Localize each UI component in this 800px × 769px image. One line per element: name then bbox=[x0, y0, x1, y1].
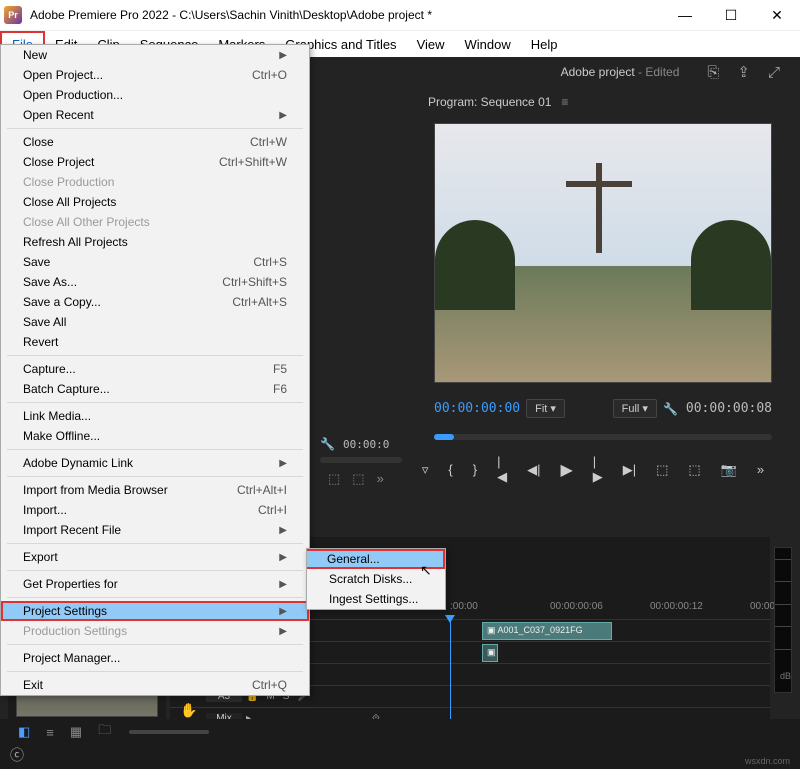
new-workspace-icon[interactable]: ⎘ bbox=[707, 64, 719, 81]
panel-menu-icon[interactable]: ≡ bbox=[561, 95, 568, 109]
zoom-slider[interactable] bbox=[129, 730, 209, 734]
file-menu-item[interactable]: Save All bbox=[1, 312, 309, 332]
file-menu-item[interactable]: Capture...F5 bbox=[1, 359, 309, 379]
audio-clip[interactable]: ▣ bbox=[482, 644, 498, 662]
file-menu-item[interactable]: CloseCtrl+W bbox=[1, 132, 309, 152]
play-icon[interactable]: ▶ bbox=[560, 460, 572, 480]
file-menu-item[interactable]: Open Recent▶ bbox=[1, 105, 309, 125]
more-icon[interactable]: » bbox=[757, 462, 764, 477]
insert-icon[interactable]: ⬚ bbox=[352, 471, 364, 487]
file-menu-item[interactable]: Save a Copy...Ctrl+Alt+S bbox=[1, 292, 309, 312]
file-menu-item[interactable]: Make Offline... bbox=[1, 426, 309, 446]
program-current-timecode[interactable]: 00:00:00:00 bbox=[434, 401, 520, 416]
app-icon: Pr bbox=[4, 6, 22, 24]
export-frame-icon[interactable]: 📷 bbox=[721, 462, 737, 478]
menu-help[interactable]: Help bbox=[521, 33, 568, 56]
file-menu-item[interactable]: Open Production... bbox=[1, 85, 309, 105]
file-menu-item[interactable]: Revert bbox=[1, 332, 309, 352]
hand-tool-icon[interactable]: ✋ bbox=[178, 702, 200, 719]
step-back-icon[interactable]: ◀| bbox=[527, 462, 540, 478]
source-scrubber[interactable] bbox=[320, 457, 402, 463]
file-menu-item[interactable]: Import from Media BrowserCtrl+Alt+I bbox=[1, 480, 309, 500]
mark-out-icon[interactable]: } bbox=[473, 462, 477, 477]
file-menu-item: Production Settings▶ bbox=[1, 621, 309, 641]
file-menu-item[interactable]: ExitCtrl+Q bbox=[1, 675, 309, 695]
mark-in-icon[interactable]: { bbox=[448, 462, 452, 477]
file-menu-item: Close Production bbox=[1, 172, 309, 192]
source-timecode: 00:00:0 bbox=[343, 438, 389, 451]
file-menu-item[interactable]: Import Recent File▶ bbox=[1, 520, 309, 540]
file-menu-item[interactable]: Import...Ctrl+I bbox=[1, 500, 309, 520]
new-bin-icon[interactable]: 🗀 bbox=[98, 721, 111, 743]
program-scrubber[interactable] bbox=[434, 434, 772, 440]
workspace-tab[interactable]: Adobe project - Edited bbox=[551, 61, 690, 83]
file-menu-item[interactable]: Close All Projects bbox=[1, 192, 309, 212]
file-menu-item[interactable]: Adobe Dynamic Link▶ bbox=[1, 453, 309, 473]
db-label: dB bbox=[775, 671, 791, 681]
menu-view[interactable]: View bbox=[407, 33, 455, 56]
file-menu-item[interactable]: Link Media... bbox=[1, 406, 309, 426]
window-title: Adobe Premiere Pro 2022 - C:\Users\Sachi… bbox=[30, 8, 662, 22]
source-settings-icon[interactable]: 🔧 bbox=[320, 437, 335, 451]
program-zoom-select[interactable]: Full ▾ bbox=[613, 399, 657, 418]
creative-cloud-icon[interactable]: ⓒ bbox=[10, 747, 24, 763]
overwrite-icon[interactable]: ⬚ bbox=[328, 471, 340, 487]
extract-icon[interactable]: ⬚ bbox=[688, 462, 700, 478]
file-menu-item[interactable]: Batch Capture...F6 bbox=[1, 379, 309, 399]
cursor-icon: ↖ bbox=[420, 562, 432, 579]
fullscreen-icon[interactable]: ⤢ bbox=[768, 64, 780, 81]
list-view-icon[interactable]: ≡ bbox=[46, 725, 54, 740]
video-clip[interactable]: ▣ A001_C037_0921FG bbox=[482, 622, 612, 640]
window-titlebar: Pr Adobe Premiere Pro 2022 - C:\Users\Sa… bbox=[0, 0, 800, 30]
add-marker-icon[interactable]: ▿ bbox=[422, 462, 429, 478]
file-menu-dropdown: New▶Open Project...Ctrl+OOpen Production… bbox=[0, 44, 310, 696]
minimize-button[interactable]: — bbox=[662, 0, 708, 30]
file-menu-item[interactable]: Open Project...Ctrl+O bbox=[1, 65, 309, 85]
file-menu-item[interactable]: Project Settings▶ bbox=[1, 601, 309, 621]
step-forward-icon[interactable]: |▶ bbox=[593, 454, 603, 485]
file-menu-item[interactable]: Export▶ bbox=[1, 547, 309, 567]
program-monitor-viewport[interactable] bbox=[434, 123, 772, 383]
program-monitor-title: Program: Sequence 01≡ bbox=[414, 87, 792, 117]
program-duration-timecode: 00:00:00:08 bbox=[686, 401, 772, 416]
go-to-out-icon[interactable]: ▶| bbox=[623, 462, 636, 478]
settings-icon[interactable]: 🔧 bbox=[663, 402, 678, 416]
file-menu-item: Close All Other Projects bbox=[1, 212, 309, 232]
program-fit-select[interactable]: Fit ▾ bbox=[526, 399, 565, 418]
file-menu-item[interactable]: Get Properties for▶ bbox=[1, 574, 309, 594]
maximize-button[interactable]: ☐ bbox=[708, 0, 754, 30]
project-settings-submenu: General...Scratch Disks...Ingest Setting… bbox=[306, 548, 446, 610]
file-menu-item[interactable]: Project Manager... bbox=[1, 648, 309, 668]
program-monitor-panel: Program: Sequence 01≡ 00:00:00:00 Fit ▾ … bbox=[414, 87, 792, 522]
audio-meter: dB bbox=[774, 547, 792, 693]
file-menu-item[interactable]: New▶ bbox=[1, 45, 309, 65]
status-bar: ⓒ wsxdn.com bbox=[0, 745, 800, 769]
export-icon[interactable]: ⇪ bbox=[737, 63, 750, 81]
menu-window[interactable]: Window bbox=[455, 33, 521, 56]
close-button[interactable]: ✕ bbox=[754, 0, 800, 30]
file-menu-item[interactable]: Close ProjectCtrl+Shift+W bbox=[1, 152, 309, 172]
go-to-in-icon[interactable]: |◀ bbox=[497, 454, 507, 485]
file-menu-item[interactable]: Save As...Ctrl+Shift+S bbox=[1, 272, 309, 292]
watermark: wsxdn.com bbox=[745, 756, 790, 766]
file-menu-item[interactable]: SaveCtrl+S bbox=[1, 252, 309, 272]
freeform-view-icon[interactable]: ◧ bbox=[18, 724, 30, 740]
project-panel-footer: ◧ ≡ ▦ 🗀 bbox=[0, 719, 800, 745]
file-menu-item[interactable]: Refresh All Projects bbox=[1, 232, 309, 252]
more-icon[interactable]: » bbox=[377, 471, 384, 487]
program-transport: ▿ { } |◀ ◀| ▶ |▶ ▶| ⬚ ⬚ 📷 » bbox=[414, 446, 792, 493]
submenu-item[interactable]: Ingest Settings... bbox=[307, 589, 445, 609]
lift-icon[interactable]: ⬚ bbox=[656, 462, 668, 478]
icon-view-icon[interactable]: ▦ bbox=[70, 724, 82, 740]
